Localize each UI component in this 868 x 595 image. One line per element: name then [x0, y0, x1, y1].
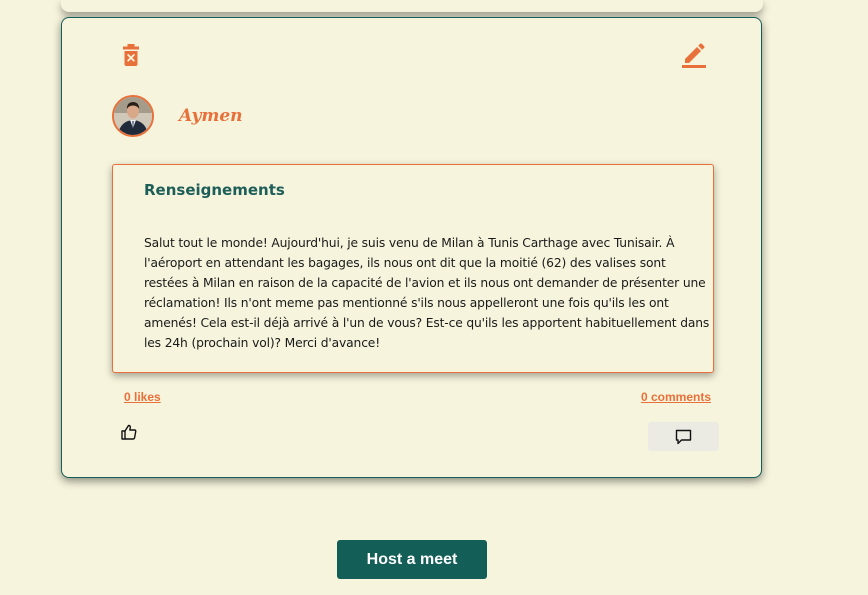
delete-post-button[interactable]	[120, 42, 142, 68]
trash-icon	[123, 44, 139, 66]
post-card: Aymen Renseignements Salut tout le monde…	[61, 17, 762, 478]
host-meet-button[interactable]: Host a meet	[337, 540, 487, 579]
post-content: Renseignements Salut tout le monde! Aujo…	[112, 164, 714, 373]
post-body: Salut tout le monde! Aujourd'hui, je sui…	[144, 236, 710, 350]
author-name[interactable]: Aymen	[179, 106, 243, 126]
likes-count-link[interactable]: 0 likes	[124, 390, 161, 404]
avatar-image	[114, 97, 152, 135]
comment-button[interactable]	[648, 422, 719, 451]
comment-icon	[675, 429, 692, 444]
author-avatar[interactable]	[112, 95, 154, 137]
pencil-icon	[682, 43, 706, 68]
post-title: Renseignements	[144, 181, 285, 199]
comments-count-link[interactable]: 0 comments	[641, 390, 711, 404]
edit-post-button[interactable]	[681, 41, 707, 69]
like-button[interactable]	[119, 422, 139, 442]
previous-post-card	[61, 0, 763, 12]
thumbs-up-icon	[121, 424, 137, 440]
